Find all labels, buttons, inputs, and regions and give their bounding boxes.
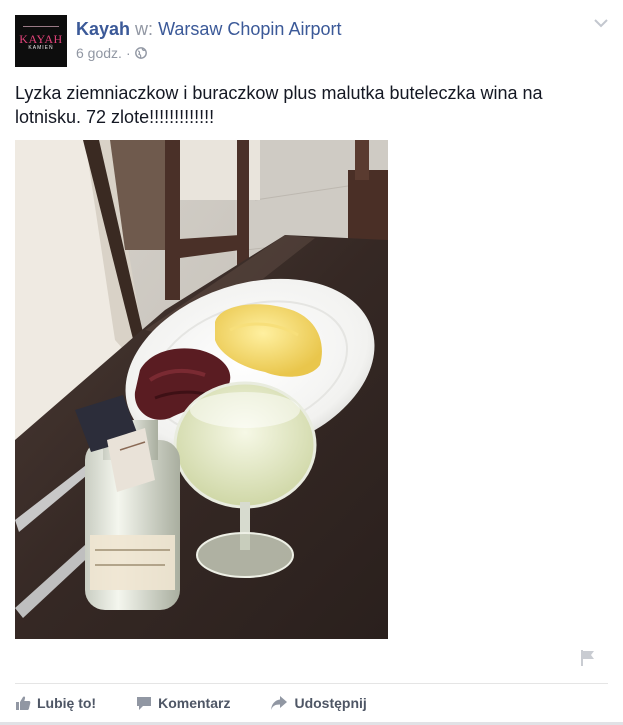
- post-message: Lyzka ziemniaczkow i buraczkow plus malu…: [15, 83, 543, 127]
- share-button[interactable]: Udostępnij: [270, 695, 367, 711]
- report-flag-icon[interactable]: [580, 649, 596, 667]
- comment-label: Komentarz: [158, 695, 231, 711]
- comment-icon: [137, 697, 152, 710]
- post-actions-bar: Lubię to! Komentarz Udostępnij: [15, 692, 407, 714]
- location-link[interactable]: Warsaw Chopin Airport: [158, 19, 341, 39]
- post-photo[interactable]: [15, 140, 388, 639]
- thumbs-up-icon: [16, 696, 31, 710]
- location-prefix: w:: [135, 19, 154, 39]
- photo-illustration: [15, 140, 388, 639]
- post-card: KAYAH KAMIEŃ Kayah w: Warsaw Chopin Airp…: [0, 0, 623, 725]
- meta-separator: ·: [125, 45, 131, 61]
- comment-button[interactable]: Komentarz: [136, 695, 230, 711]
- author-name-link[interactable]: Kayah: [76, 19, 130, 39]
- like-label: Lubię to!: [37, 695, 97, 711]
- chevron-down-icon[interactable]: [593, 16, 609, 30]
- avatar-logo-line: [23, 26, 59, 27]
- post-headline: Kayah w: Warsaw Chopin Airport: [76, 18, 341, 40]
- share-arrow-icon: [271, 696, 288, 710]
- actions-divider: [15, 683, 608, 684]
- post-meta: 6 godz. ·: [76, 44, 147, 62]
- share-label: Udostępnij: [294, 695, 367, 711]
- like-button[interactable]: Lubię to!: [15, 695, 96, 711]
- globe-icon[interactable]: [134, 47, 147, 59]
- avatar[interactable]: KAYAH KAMIEŃ: [15, 15, 67, 67]
- timestamp-link[interactable]: 6 godz.: [76, 44, 122, 62]
- avatar-logo-subtext: KAMIEŃ: [28, 45, 54, 51]
